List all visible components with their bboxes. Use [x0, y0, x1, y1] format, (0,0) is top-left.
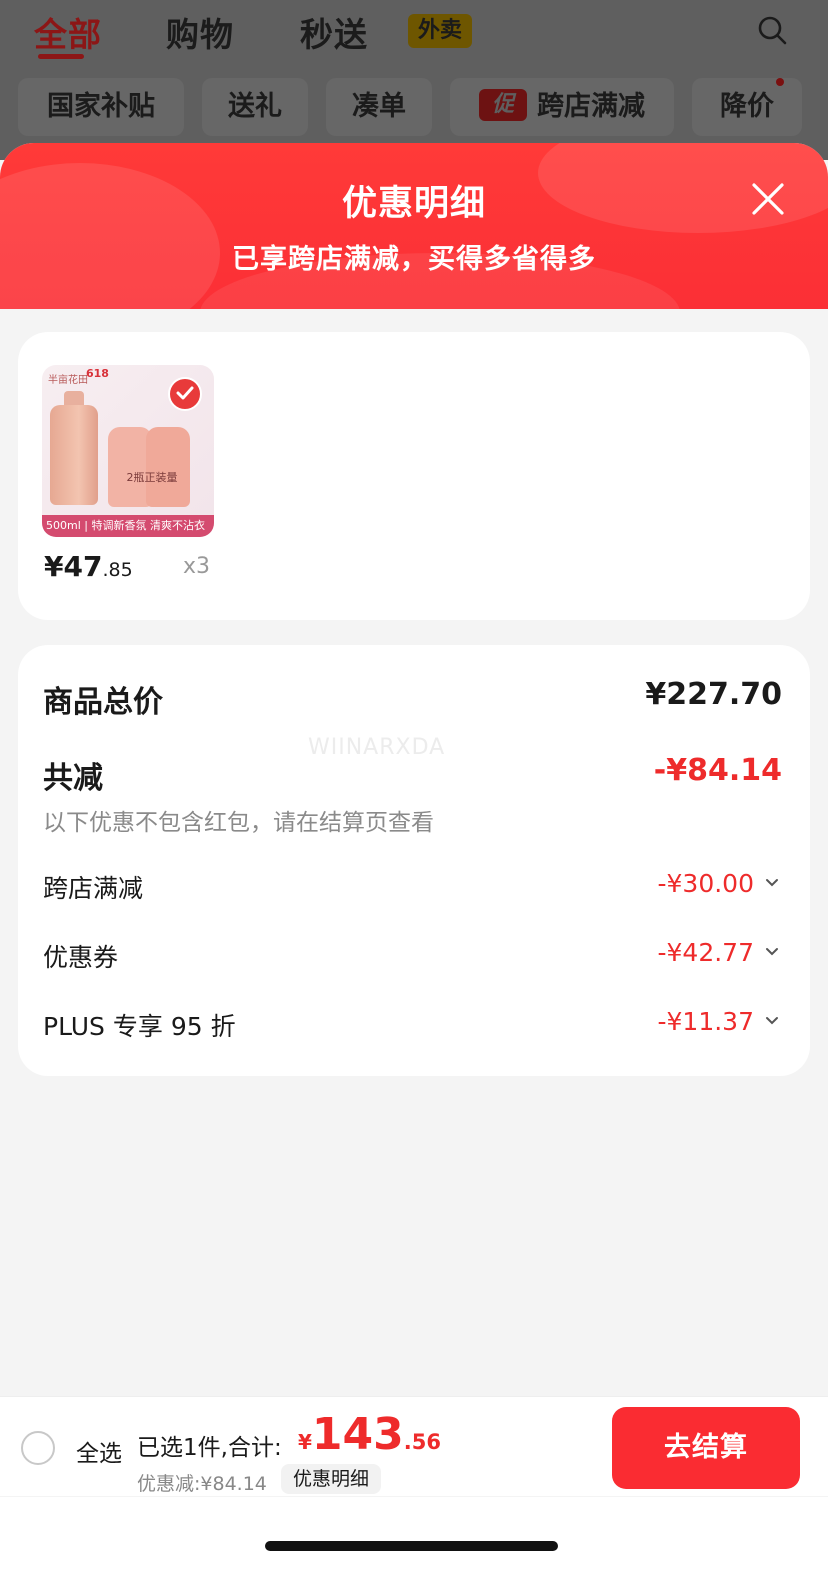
total-reduction-value: -¥84.14: [653, 753, 782, 788]
filter-chips: 国家补贴 送礼 凑单 促跨店满减 降价: [18, 78, 828, 136]
chip-label: 跨店满减: [537, 91, 645, 122]
sheet-header: 优惠明细 已享跨店满减，买得多省得多: [0, 143, 828, 309]
product-price-dec: .85: [102, 559, 133, 581]
total-currency: ¥: [298, 1430, 312, 1454]
discount-detail-sheet: 优惠明细 已享跨店满减，买得多省得多 半亩花田 618 2瓶正装量 500ml …: [0, 143, 828, 1582]
total-price-value: ¥227.70: [645, 677, 782, 712]
home-indicator[interactable]: [265, 1541, 558, 1551]
product-image-bar: 500ml | 特调新香氛 清爽不沾衣: [42, 515, 214, 537]
checkout-button[interactable]: 去结算: [612, 1407, 800, 1489]
chip-label: 降价: [720, 91, 774, 122]
product-image[interactable]: 半亩花田 618 2瓶正装量 500ml | 特调新香氛 清爽不沾衣: [42, 365, 214, 537]
selected-check-icon: [168, 377, 202, 411]
search-icon[interactable]: [756, 14, 788, 46]
promo-tag-icon: 促: [479, 89, 527, 121]
selected-count-text: 已选1件,合计:: [137, 1435, 282, 1461]
chip-cross-store-discount[interactable]: 促跨店满减: [450, 78, 674, 136]
tab-shopping[interactable]: 购物: [166, 8, 234, 56]
bottle-large: [50, 405, 98, 505]
checkout-bar: 全选 已选1件,合计: ¥143.56 优惠减:¥84.14 优惠明细 去结算: [0, 1396, 828, 1496]
discount-label: 优惠券: [43, 943, 119, 972]
discount-label: PLUS 专享 95 折: [43, 1012, 236, 1041]
chip-price-drop[interactable]: 降价: [692, 78, 802, 136]
select-all-label[interactable]: 全选: [76, 1434, 122, 1468]
discount-label: 跨店满减: [43, 874, 144, 903]
chip-label: 送礼: [228, 91, 282, 122]
bottle-small: [146, 427, 190, 507]
product-price-int: ¥47: [44, 550, 103, 583]
background-page: 全部 购物 秒送 外卖 国家补贴 送礼 凑单 促跨店满减 降价: [0, 0, 828, 160]
select-all-radio[interactable]: [21, 1431, 55, 1465]
chip-gift[interactable]: 送礼: [202, 78, 308, 136]
total-dec: .56: [403, 1430, 441, 1454]
tab-active-indicator: [38, 54, 84, 59]
tab-express[interactable]: 秒送: [300, 8, 368, 56]
chip-label: 凑单: [352, 91, 406, 122]
product-image-promo: 618: [86, 367, 109, 380]
product-price: ¥47.85: [44, 550, 133, 583]
product-image-brand: 半亩花田: [48, 375, 88, 386]
total-amount: ¥143.56: [298, 1409, 441, 1460]
sheet-subtitle: 已享跨店满减，买得多省得多: [232, 244, 596, 275]
chevron-down-icon[interactable]: [764, 877, 780, 889]
watermark: WIINARXDA: [308, 735, 446, 760]
chip-add-on[interactable]: 凑单: [326, 78, 432, 136]
chevron-down-icon[interactable]: [764, 946, 780, 958]
chip-label: 国家补贴: [47, 91, 155, 122]
close-icon[interactable]: [748, 179, 788, 219]
home-area: [0, 1497, 828, 1582]
saved-amount: 优惠减:¥84.14: [137, 1473, 267, 1495]
discount-detail-button[interactable]: 优惠明细: [281, 1464, 382, 1494]
notification-dot: [776, 78, 784, 86]
reduction-note: 以下优惠不包含红包，请在结算页查看: [43, 810, 434, 836]
chip-national-subsidy[interactable]: 国家补贴: [18, 78, 184, 136]
total-price-label: 商品总价: [43, 685, 163, 720]
chevron-down-icon[interactable]: [764, 1015, 780, 1027]
total-reduction-label: 共减: [43, 761, 103, 796]
sheet-title: 优惠明细: [341, 184, 486, 224]
tab-express-badge: 外卖: [408, 14, 472, 48]
top-tabs: 全部 购物 秒送 外卖: [34, 8, 828, 59]
product-quantity: x3: [183, 554, 211, 579]
price-summary-card: WIINARXDA 商品总价 ¥227.70 共减 -¥84.14 以下优惠不包…: [18, 645, 810, 1076]
product-card: 半亩花田 618 2瓶正装量 500ml | 特调新香氛 清爽不沾衣 ¥47.8…: [18, 332, 810, 620]
product-image-caption: 2瓶正装量: [126, 471, 178, 484]
tab-all[interactable]: 全部: [34, 8, 102, 56]
total-int: 143: [311, 1409, 404, 1460]
